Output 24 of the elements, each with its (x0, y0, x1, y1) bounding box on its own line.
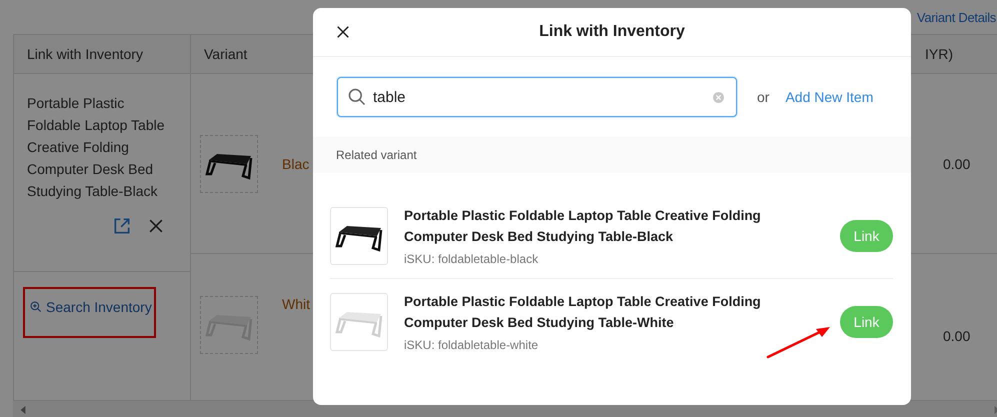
inventory-name: Portable Plastic Foldable Laptop Table Creative Folding Computer Desk Bed Studying Table-Black (27, 94, 166, 201)
search-field[interactable]: table (337, 77, 737, 117)
external-link-icon[interactable] (112, 216, 132, 236)
column-header: IYR) (910, 35, 997, 74)
or-text: or (757, 89, 770, 105)
variant-name: Whit (282, 296, 310, 312)
sku-text: iSKU: foldabletable-white (404, 338, 540, 352)
link-button[interactable]: Link (840, 220, 893, 252)
variant-name: Blac (282, 156, 310, 172)
clear-icon[interactable] (712, 91, 725, 104)
price-text: 0.00 (943, 328, 970, 344)
sku-text: iSKU: foldabletable-black (404, 252, 540, 266)
product-name: Portable Plastic Foldable Laptop Table Creative Folding Computer Desk Bed Studying Table-Black (404, 207, 762, 246)
link-button[interactable]: Link (840, 306, 893, 338)
add-new-item-link[interactable]: Add New Item (785, 89, 874, 105)
price-text: 0.00 (943, 156, 970, 172)
product-name: Portable Plastic Foldable Laptop Table Creative Folding Computer Desk Bed Studying Table-White (404, 293, 762, 332)
search-inventory-link[interactable]: Search Inventory (29, 299, 154, 315)
section-label: Related variant (313, 137, 911, 173)
variant-details-link[interactable]: Variant Details (916, 10, 996, 24)
column-header: Link with Inventory (14, 35, 191, 74)
scroll-left-icon[interactable] (19, 406, 27, 414)
search-icon (347, 87, 367, 107)
zoom-in-icon (29, 300, 43, 314)
